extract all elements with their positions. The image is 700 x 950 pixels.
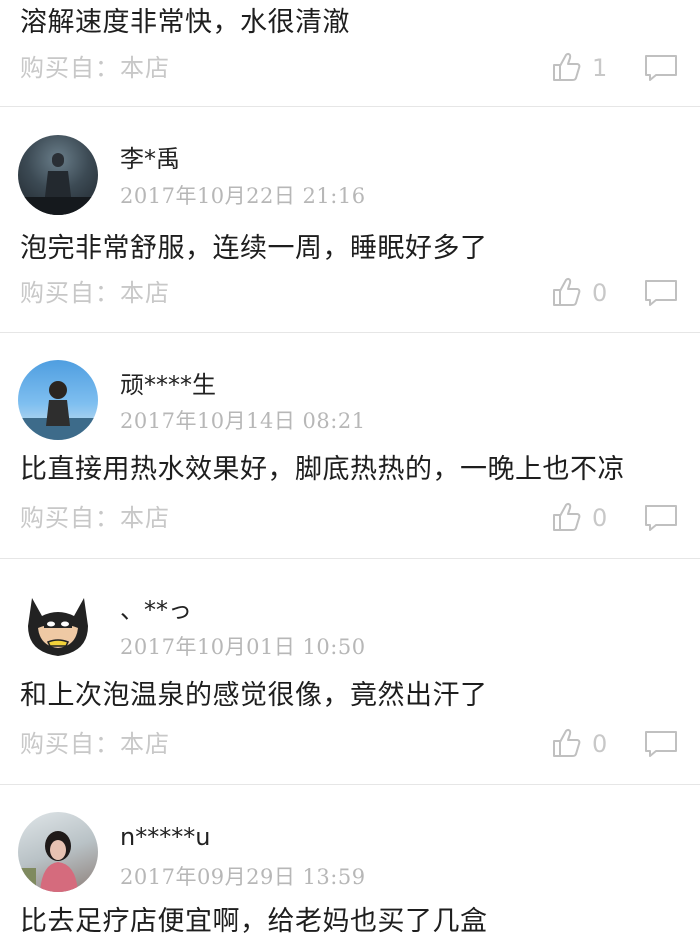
review-footer: 购买自：本店 0 bbox=[0, 273, 700, 313]
avatar[interactable] bbox=[18, 586, 98, 666]
username: n*****u bbox=[120, 823, 211, 851]
comment-bubble-icon[interactable] bbox=[644, 54, 678, 82]
review-text: 和上次泡温泉的感觉很像，竟然出汗了 bbox=[20, 680, 488, 711]
like-count: 0 bbox=[592, 504, 608, 532]
purchase-source: 购买自：本店 bbox=[20, 504, 170, 532]
review-item: 顽****生 2017年10月14日 08:21 比直接用热水效果好，脚底热热的… bbox=[0, 333, 700, 558]
review-text: 比去足疗店便宜啊，给老妈也买了几盒 bbox=[20, 906, 488, 937]
comment-bubble-icon[interactable] bbox=[644, 504, 678, 532]
review-footer: 购买自：本店 0 bbox=[0, 498, 700, 538]
avatar[interactable] bbox=[18, 812, 98, 892]
comment-bubble-icon[interactable] bbox=[644, 730, 678, 758]
avatar-image bbox=[18, 153, 98, 215]
username: 李*禹 bbox=[120, 145, 180, 173]
avatar[interactable] bbox=[18, 360, 98, 440]
review-date: 2017年10月01日 10:50 bbox=[120, 635, 366, 659]
review-text: 比直接用热水效果好，脚底热热的，一晚上也不凉 bbox=[20, 454, 625, 485]
like-count: 0 bbox=[592, 730, 608, 758]
review-item: 李*禹 2017年10月22日 21:16 泡完非常舒服，连续一周，睡眠好多了 … bbox=[0, 107, 700, 332]
thumbs-up-icon[interactable] bbox=[550, 51, 582, 83]
comment-bubble-icon[interactable] bbox=[644, 279, 678, 307]
review-footer: 购买自：本店 0 bbox=[0, 724, 700, 764]
avatar[interactable] bbox=[18, 135, 98, 215]
username: 、**っ bbox=[120, 596, 192, 624]
review-item: n*****u 2017年09月29日 13:59 比去足疗店便宜啊，给老妈也买… bbox=[0, 785, 700, 950]
thumbs-up-icon[interactable] bbox=[550, 276, 582, 308]
review-footer: 购买自：本店 1 bbox=[0, 48, 700, 88]
review-date: 2017年09月29日 13:59 bbox=[120, 865, 366, 889]
review-date: 2017年10月22日 21:16 bbox=[120, 184, 366, 208]
review-text: 泡完非常舒服，连续一周，睡眠好多了 bbox=[20, 233, 488, 264]
purchase-source: 购买自：本店 bbox=[20, 279, 170, 307]
batman-avatar-image bbox=[28, 598, 88, 656]
purchase-source: 购买自：本店 bbox=[20, 54, 170, 82]
thumbs-up-icon[interactable] bbox=[550, 501, 582, 533]
like-count: 1 bbox=[592, 54, 608, 82]
thumbs-up-icon[interactable] bbox=[550, 727, 582, 759]
review-date: 2017年10月14日 08:21 bbox=[120, 409, 366, 433]
purchase-source: 购买自：本店 bbox=[20, 730, 170, 758]
avatar-image bbox=[18, 381, 98, 440]
avatar-image bbox=[18, 831, 78, 892]
username: 顽****生 bbox=[120, 371, 216, 399]
review-text: 溶解速度非常快，水很清澈 bbox=[20, 7, 350, 38]
like-count: 0 bbox=[592, 279, 608, 307]
review-item: 、**っ 2017年10月01日 10:50 和上次泡温泉的感觉很像，竟然出汗了… bbox=[0, 559, 700, 784]
review-item: 溶解速度非常快，水很清澈 购买自：本店 1 bbox=[0, 0, 700, 106]
